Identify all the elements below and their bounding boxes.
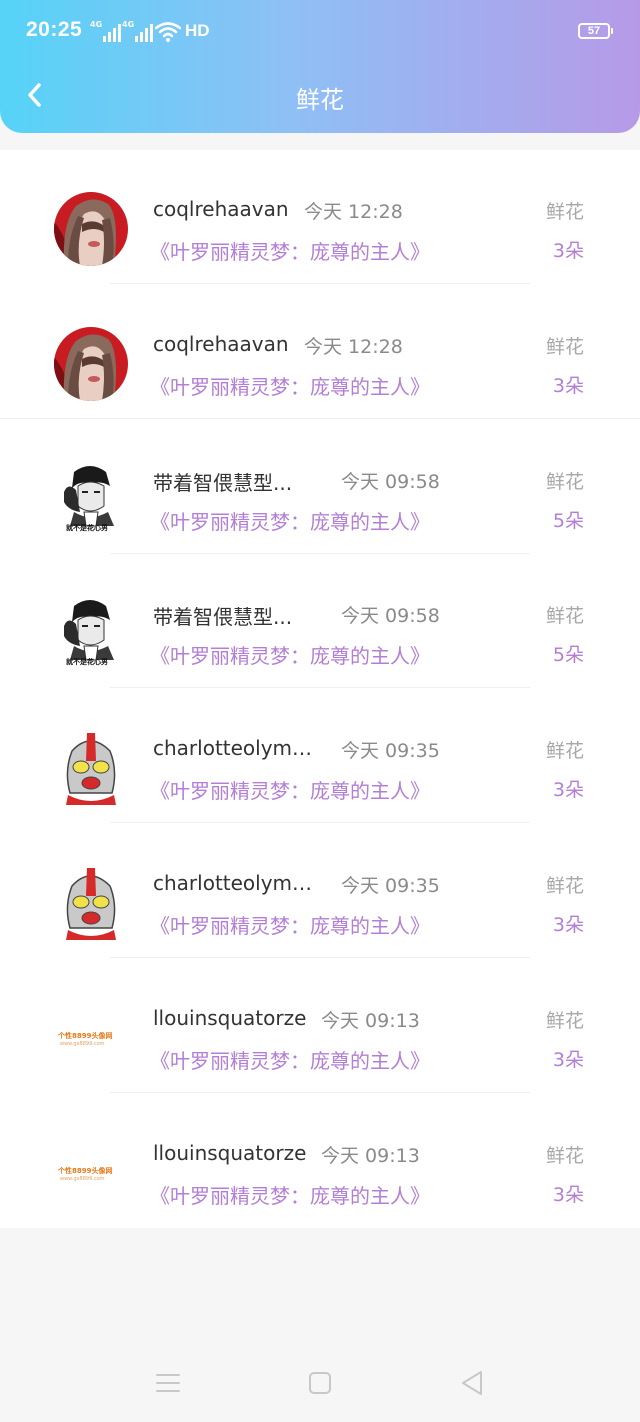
divider (110, 687, 530, 688)
gift-count: 3朵 (552, 375, 584, 397)
gift-type: 鲜花 (545, 471, 584, 493)
battery-level: 57 (587, 25, 601, 37)
list-item[interactable]: coqlrehaavan 今天 12:28 《叶罗丽精灵梦：庞尊的主人》 鲜花 … (0, 285, 640, 419)
avatar-caption: 就不是花心男 (66, 524, 108, 532)
battery-icon: 57 (578, 23, 613, 39)
status-time: 20:25 (26, 18, 83, 41)
gift-count: 3朵 (552, 240, 584, 262)
list-item[interactable]: coqlrehaavan 今天 12:28 《叶罗丽精灵梦：庞尊的主人》 鲜花 … (0, 150, 640, 284)
signal-icon: 4G (122, 20, 155, 42)
book-title[interactable]: 《叶罗丽精灵梦：庞尊的主人》 (150, 910, 430, 939)
avatar-logo-text: 个性8899头像网 (58, 1167, 113, 1175)
timestamp: 今天 09:13 (321, 1145, 420, 1167)
gift-type: 鲜花 (545, 1145, 584, 1167)
avatar-logo-url: www.gx8899.com (60, 1041, 105, 1047)
list-item[interactable]: 个性8899头像网 www.gx8899.com llouinsquatorze… (0, 1094, 640, 1228)
signal-icon: 4G (90, 20, 123, 42)
username: llouinsquatorze (153, 1141, 307, 1165)
gift-list: coqlrehaavan 今天 12:28 《叶罗丽精灵梦：庞尊的主人》 鲜花 … (0, 150, 640, 1228)
status-bar: 20:25 4G 4G HD 57 (0, 0, 640, 64)
avatar (54, 866, 128, 940)
list-item[interactable]: 就不是花心男 带着智偎慧型... 今天 09:58 《叶罗丽精灵梦：庞尊的主人》… (0, 554, 640, 688)
username: charlotteolymu... (153, 871, 317, 895)
home-button[interactable] (305, 1368, 335, 1398)
menu-button[interactable] (153, 1368, 183, 1398)
avatar (54, 327, 128, 401)
system-nav-bar (0, 1340, 640, 1422)
username: coqlrehaavan (153, 197, 289, 221)
username: coqlrehaavan (153, 332, 289, 356)
gift-type: 鲜花 (545, 740, 584, 762)
gift-count: 3朵 (552, 1049, 584, 1071)
avatar: 就不是花心男 (54, 462, 128, 536)
timestamp: 今天 09:58 (341, 605, 440, 627)
avatar: 个性8899头像网 www.gx8899.com (54, 1136, 128, 1210)
square-home-icon (309, 1372, 331, 1394)
triangle-back-icon (462, 1371, 482, 1395)
gift-type: 鲜花 (545, 201, 584, 223)
username: charlotteolymu... (153, 736, 317, 760)
gift-count: 3朵 (552, 914, 584, 936)
avatar (54, 731, 128, 805)
timestamp: 今天 09:13 (321, 1010, 420, 1032)
avatar (54, 192, 128, 266)
book-title[interactable]: 《叶罗丽精灵梦：庞尊的主人》 (150, 371, 430, 400)
username: 带着智偎慧型... (153, 605, 293, 629)
timestamp: 今天 09:58 (341, 471, 440, 493)
timestamp: 今天 09:35 (341, 740, 440, 762)
timestamp: 今天 09:35 (341, 875, 440, 897)
divider (110, 283, 530, 284)
username: 带着智偎慧型... (153, 471, 293, 495)
list-item[interactable]: 就不是花心男 带着智偎慧型... 今天 09:58 《叶罗丽精灵梦：庞尊的主人》… (0, 420, 640, 554)
book-title[interactable]: 《叶罗丽精灵梦：庞尊的主人》 (150, 640, 430, 669)
gift-count: 5朵 (552, 510, 584, 532)
gift-count: 3朵 (552, 779, 584, 801)
avatar: 个性8899头像网 www.gx8899.com (54, 1001, 128, 1075)
menu-icon (156, 1374, 180, 1392)
book-title[interactable]: 《叶罗丽精灵梦：庞尊的主人》 (150, 1180, 430, 1209)
book-title[interactable]: 《叶罗丽精灵梦：庞尊的主人》 (150, 506, 430, 535)
system-back-button[interactable] (457, 1368, 487, 1398)
list-item[interactable]: charlotteolymu... 今天 09:35 《叶罗丽精灵梦：庞尊的主人… (0, 824, 640, 958)
gift-count: 3朵 (552, 1184, 584, 1206)
page-title: 鲜花 (296, 86, 344, 114)
book-title[interactable]: 《叶罗丽精灵梦：庞尊的主人》 (150, 775, 430, 804)
timestamp: 今天 12:28 (304, 336, 403, 358)
divider (0, 418, 640, 419)
gift-type: 鲜花 (545, 336, 584, 358)
avatar-logo-url: www.gx8899.com (60, 1176, 105, 1182)
timestamp: 今天 12:28 (304, 201, 403, 223)
gift-type: 鲜花 (545, 1010, 584, 1032)
wifi-icon (155, 22, 181, 42)
header: 20:25 4G 4G HD 57 鲜花 (0, 0, 640, 133)
divider (110, 957, 530, 958)
hd-label: HD (185, 21, 210, 40)
avatar-logo-text: 个性8899头像网 (58, 1032, 113, 1040)
divider (110, 822, 530, 823)
book-title[interactable]: 《叶罗丽精灵梦：庞尊的主人》 (150, 1045, 430, 1074)
gift-type: 鲜花 (545, 605, 584, 627)
avatar: 就不是花心男 (54, 596, 128, 670)
book-title[interactable]: 《叶罗丽精灵梦：庞尊的主人》 (150, 236, 430, 265)
gift-type: 鲜花 (545, 875, 584, 897)
list-item[interactable]: 个性8899头像网 www.gx8899.com llouinsquatorze… (0, 959, 640, 1093)
gift-count: 5朵 (552, 644, 584, 666)
avatar-caption: 就不是花心男 (66, 658, 108, 666)
list-item[interactable]: charlotteolymu... 今天 09:35 《叶罗丽精灵梦：庞尊的主人… (0, 689, 640, 823)
divider (110, 1092, 530, 1093)
username: llouinsquatorze (153, 1006, 307, 1030)
